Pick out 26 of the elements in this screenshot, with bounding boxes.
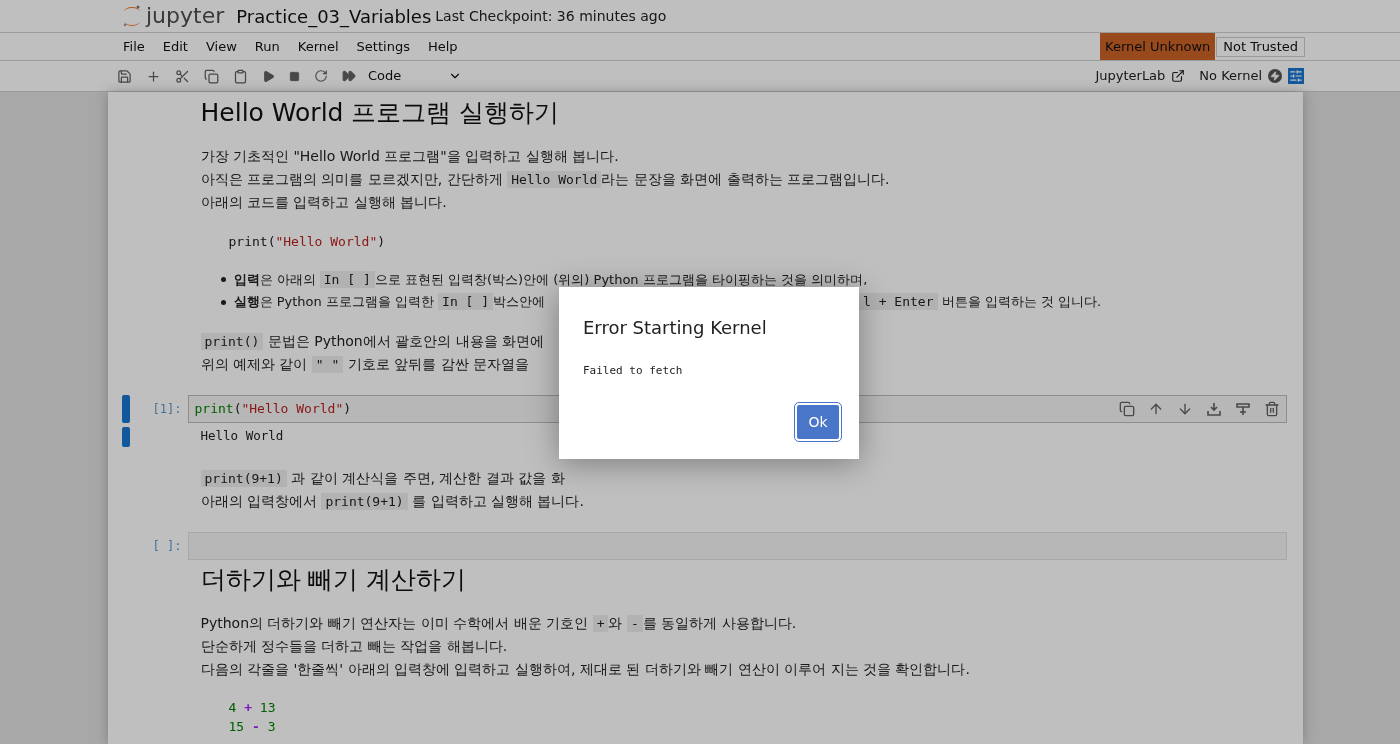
dialog-title: Error Starting Kernel bbox=[583, 316, 768, 340]
code-example: 15 - 3 bbox=[228, 718, 276, 736]
cell-output: Hello World bbox=[200, 427, 284, 446]
text-line: 단순하게 정수들을 더하고 빼는 작업을 해봅니다. bbox=[200, 637, 508, 656]
logo-text: jupyter bbox=[146, 5, 225, 27]
text-line: 아래의 코드를 입력하고 실행해 봅니다. bbox=[200, 193, 447, 212]
text-line: 아래의 입력창에서 print(9+1) 를 입력하고 실행해 봅니다. bbox=[200, 492, 584, 512]
text-line: Python의 더하기와 빼기 연산자는 이미 수학에서 배운 기호인 + 와 - 를 동일하게 사용합니다. bbox=[200, 613, 797, 634]
code-example: print("Hello World") bbox=[228, 232, 386, 251]
text-line: 가장 기초적인 "Hello World 프로그램"을 입력하고 실행해 봅니다. bbox=[200, 147, 619, 166]
text-line: print() 문법은 Python에서 괄호안의 내용을 화면에 bbox=[200, 329, 545, 353]
text-line: 실행은 Python 프로그램을 입력한 In [ ] 박스안에 bbox=[233, 292, 546, 312]
text-line: l + Enter 버튼을 입력하는 것 입니다. bbox=[859, 291, 1102, 314]
section-heading: Hello World 프로그램 실행하기 bbox=[200, 97, 560, 129]
checkpoint-text: Last Checkpoint: 36 minutes ago bbox=[435, 6, 667, 26]
dialog-message: Failed to fetch bbox=[583, 363, 684, 379]
code-example: 4 + 13 bbox=[228, 699, 276, 717]
text-line: print(9+1) 과 같이 계산식을 주면, 계산한 결과 값을 화 bbox=[200, 466, 565, 490]
kernel-name: No Kernel bbox=[1199, 67, 1262, 86]
cell-prompt: [ ]: bbox=[151, 537, 183, 555]
section-heading: 더하기와 빼기 계산하기 bbox=[200, 563, 467, 596]
text-line: 위의 예제와 같이 " " 기호로 앞뒤를 감싼 문자열을 bbox=[200, 355, 530, 375]
text-line: 다음의 각줄을 '한줄씩' 아래의 입력창에 입력하고 실행하여, 제대로 된 더하기와 빼기 연산이 이루어 지는 것을 확인합니다. bbox=[200, 659, 970, 679]
cell-prompt: [1]: bbox=[151, 400, 183, 418]
text-line: 아직은 프로그램의 의미를 모르겠지만, 간단하게 Hello World 라는 문장을 화면에 출력하는 프로그램입니다. bbox=[200, 169, 890, 190]
text-line: 입력은 아래의 In [ ] 으로 표현된 입력창(박스)안에 (위의) Python 프로그램을 타이핑하는 것을 의미하며, bbox=[233, 269, 868, 290]
